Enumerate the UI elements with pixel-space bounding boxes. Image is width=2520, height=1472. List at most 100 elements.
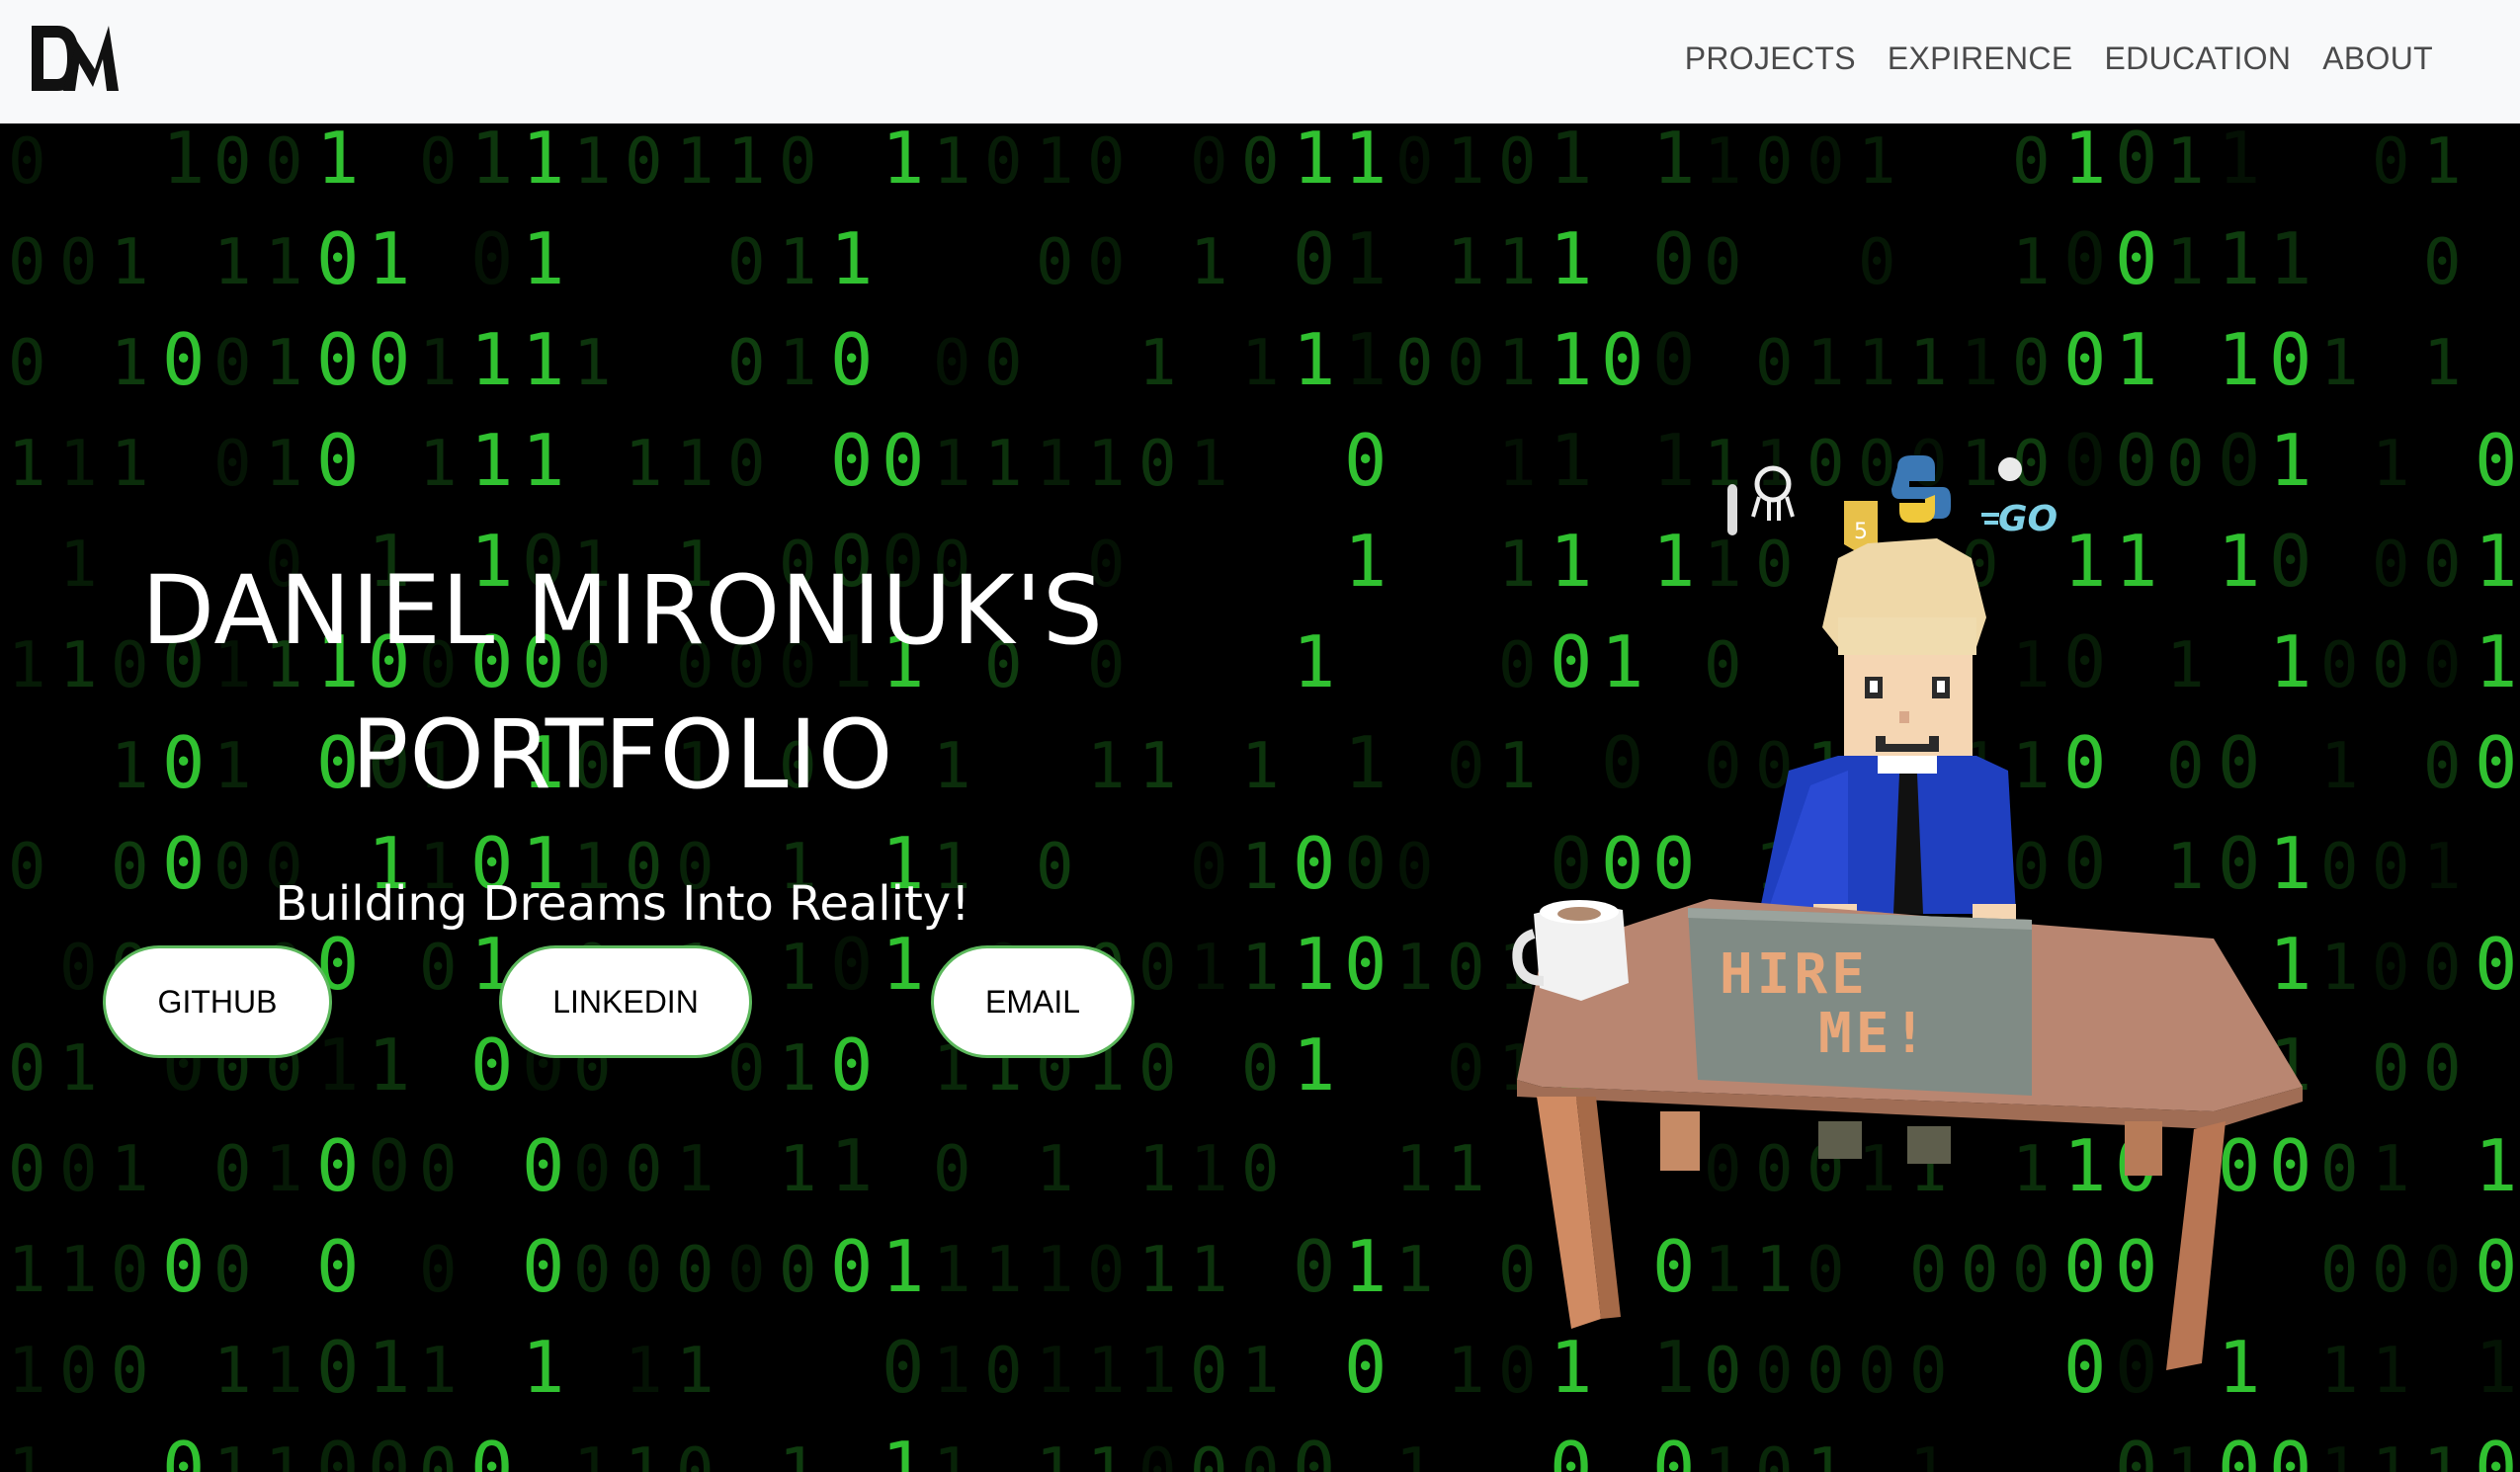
matrix-digit: 0 [1138, 932, 1177, 1005]
matrix-digit: 1 [8, 428, 46, 501]
tech-icons: 5 GO [1727, 455, 2058, 554]
matrix-digit: 1 [1036, 428, 1074, 501]
matrix-digit: 0 [2475, 923, 2517, 1006]
hero-section: 0001100011101110101011101001001000000001… [0, 123, 2520, 1472]
matrix-digit: 1 [213, 226, 252, 299]
matrix-digit: 1 [2423, 831, 2462, 904]
matrix-digit: 1 [265, 1335, 303, 1408]
matrix-digit: 0 [676, 1435, 714, 1472]
matrix-digit: 1 [111, 1133, 149, 1206]
matrix-digit: 1 [8, 1234, 46, 1307]
matrix-digit: 1 [1241, 932, 1280, 1005]
matrix-digit: 0 [8, 327, 46, 400]
matrix-digit: 0 [2372, 1234, 2410, 1307]
coffee-mug [1512, 900, 1629, 1001]
matrix-digit: 0 [111, 1335, 149, 1408]
matrix-digit: 0 [1755, 125, 1794, 199]
matrix-digit: 1 [2269, 217, 2311, 300]
matrix-digit: 1 [1344, 217, 1386, 300]
matrix-digit: 0 [522, 1124, 564, 1207]
matrix-digit: 1 [1138, 1335, 1177, 1408]
matrix-digit: 0 [1293, 1427, 1335, 1472]
nav-link-education[interactable]: EDUCATION [2104, 41, 2291, 77]
matrix-digit: 0 [2372, 932, 2410, 1005]
matrix-digit: 1 [830, 217, 873, 300]
matrix-digit: 0 [1498, 125, 1537, 199]
nav-link-about[interactable]: ABOUT [2322, 41, 2433, 77]
linkedin-button[interactable]: LINKEDIN [499, 945, 752, 1058]
matrix-digit: 1 [2012, 226, 2051, 299]
matrix-digit: 0 [1344, 923, 1386, 1006]
matrix-digit: 0 [727, 327, 766, 400]
matrix-digit: 1 [316, 1023, 359, 1106]
matrix-digit: 0 [2475, 1427, 2517, 1472]
matrix-digit: 0 [368, 1124, 410, 1207]
matrix-digit: 1 [470, 123, 513, 200]
matrix-digit: 0 [419, 1435, 458, 1472]
matrix-digit: 1 [984, 428, 1023, 501]
matrix-digit: 0 [2372, 831, 2410, 904]
matrix-digit: 0 [2475, 1225, 2517, 1308]
matrix-digit: 1 [1293, 123, 1335, 200]
matrix-digit: 0 [1138, 1435, 1177, 1472]
matrix-digit: 1 [1704, 125, 1742, 199]
matrix-digit: 1 [1652, 123, 1695, 200]
matrix-digit: 1 [1036, 1435, 1074, 1472]
matrix-digit: 1 [111, 327, 149, 400]
matrix-digit: 1 [1293, 318, 1335, 401]
matrix-digit: 1 [1344, 123, 1386, 200]
matrix-digit: 0 [2423, 629, 2462, 702]
matrix-digit: 1 [2166, 1435, 2205, 1472]
matrix-digit: 0 [316, 1427, 359, 1472]
matrix-digit: 0 [1652, 1427, 1695, 1472]
matrix-digit: 0 [1190, 1435, 1228, 1472]
matrix-digit: 0 [470, 1427, 513, 1472]
matrix-digit: 1 [1087, 1435, 1126, 1472]
laptop: HIRE ME! [1688, 908, 2032, 1096]
matrix-digit: 1 [1138, 1133, 1177, 1206]
matrix-digit: 1 [1293, 1023, 1335, 1106]
nav-links: PROJECTS EXPIRENCE EDUCATION ABOUT [1685, 0, 2433, 117]
matrix-digit: 1 [162, 123, 205, 200]
matrix-digit: 0 [2269, 1427, 2311, 1472]
matrix-digit: 1 [2423, 327, 2462, 400]
matrix-digit: 1 [522, 318, 564, 401]
matrix-digit: 0 [522, 1225, 564, 1308]
matrix-digit: 1 [2166, 125, 2205, 199]
matrix-digit: 0 [8, 1133, 46, 1206]
matrix-digit: 0 [1241, 1133, 1280, 1206]
matrix-digit: 1 [265, 1133, 303, 1206]
matrix-digit: 1 [1293, 620, 1335, 703]
tool-icon [1727, 484, 1737, 535]
matrix-digit: 0 [59, 226, 98, 299]
matrix-digit: 0 [2115, 217, 2157, 300]
go-gopher-icon: GO [1981, 457, 2058, 539]
email-button[interactable]: EMAIL [931, 945, 1134, 1058]
matrix-digit: 1 [1087, 1335, 1126, 1408]
matrix-digit: 1 [1241, 1335, 1280, 1408]
matrix-digit: 0 [2218, 1427, 2260, 1472]
matrix-digit: 0 [2372, 125, 2410, 199]
dm-logo-icon[interactable] [28, 22, 121, 95]
github-button[interactable]: GITHUB [103, 945, 332, 1058]
matrix-digit: 0 [316, 318, 359, 401]
matrix-digit: 0 [368, 318, 410, 401]
matrix-digit: 1 [368, 1023, 410, 1106]
matrix-digit: 0 [933, 1133, 971, 1206]
matrix-digit: 1 [830, 1124, 873, 1207]
matrix-digit: 0 [1344, 419, 1386, 502]
matrix-digit: 1 [1550, 217, 1592, 300]
matrix-digit: 1 [265, 327, 303, 400]
matrix-digit: 0 [2012, 125, 2051, 199]
nav-link-projects[interactable]: PROJECTS [1685, 41, 1856, 77]
matrix-digit: 0 [213, 1234, 252, 1307]
matrix-digit: 1 [573, 1435, 612, 1472]
matrix-digit: 0 [2115, 123, 2157, 200]
matrix-digit: 0 [676, 1234, 714, 1307]
matrix-digit: 1 [419, 428, 458, 501]
matrix-digit: 1 [882, 1427, 924, 1472]
matrix-digit: 0 [1344, 1326, 1386, 1409]
nav-link-experience[interactable]: EXPIRENCE [1888, 41, 2073, 77]
matrix-digit: 1 [2320, 1435, 2359, 1472]
matrix-digit: 1 [1190, 428, 1228, 501]
